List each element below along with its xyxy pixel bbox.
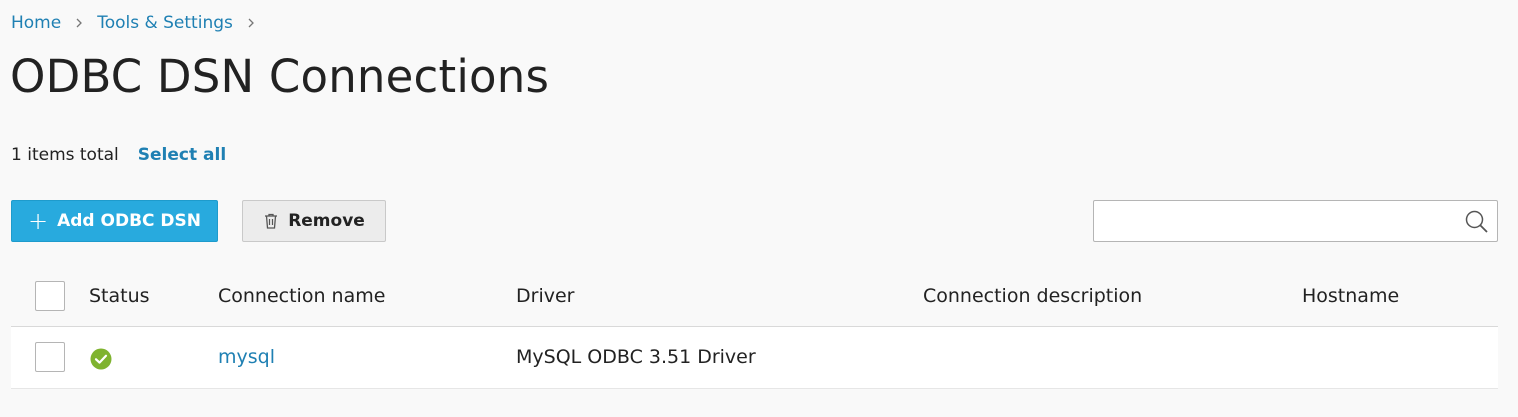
driver-cell: MySQL ODBC 3.51 Driver <box>516 346 756 368</box>
select-all-link[interactable]: Select all <box>138 145 226 165</box>
items-total-text: 1 items total <box>11 145 119 165</box>
page: Home Tools & Settings ODBC DSN Connectio… <box>0 0 1518 417</box>
breadcrumb: Home Tools & Settings <box>11 13 269 33</box>
column-header-hostname[interactable]: Hostname <box>1302 285 1399 307</box>
search-icon[interactable] <box>1464 209 1490 235</box>
page-title: ODBC DSN Connections <box>10 50 550 103</box>
trash-icon <box>265 213 278 229</box>
connection-name-link[interactable]: mysql <box>218 346 275 368</box>
select-all-checkbox[interactable] <box>35 281 65 311</box>
table-header: Status Connection name Driver Connection… <box>11 266 1498 327</box>
search-box <box>1093 200 1498 242</box>
breadcrumb-home-link[interactable]: Home <box>11 13 61 33</box>
column-header-connection-description[interactable]: Connection description <box>923 285 1142 307</box>
column-header-status[interactable]: Status <box>89 285 150 307</box>
list-summary: 1 items total Select all <box>11 145 226 165</box>
table-row: mysql MySQL ODBC 3.51 Driver <box>11 327 1498 389</box>
add-odbc-dsn-label: Add ODBC DSN <box>57 211 202 231</box>
add-odbc-dsn-button[interactable]: + Add ODBC DSN <box>11 200 218 242</box>
row-checkbox[interactable] <box>35 342 65 372</box>
column-header-connection-name[interactable]: Connection name <box>218 285 385 307</box>
odbc-dsn-table: Status Connection name Driver Connection… <box>11 266 1498 389</box>
remove-label: Remove <box>288 211 365 231</box>
chevron-right-icon <box>248 18 254 28</box>
breadcrumb-tools-settings-link[interactable]: Tools & Settings <box>97 13 233 33</box>
search-input[interactable] <box>1094 201 1454 241</box>
remove-button[interactable]: Remove <box>242 200 386 242</box>
check-circle-icon <box>90 348 112 370</box>
plus-icon: + <box>27 207 49 235</box>
chevron-right-icon <box>76 18 83 28</box>
column-header-driver[interactable]: Driver <box>516 285 574 307</box>
